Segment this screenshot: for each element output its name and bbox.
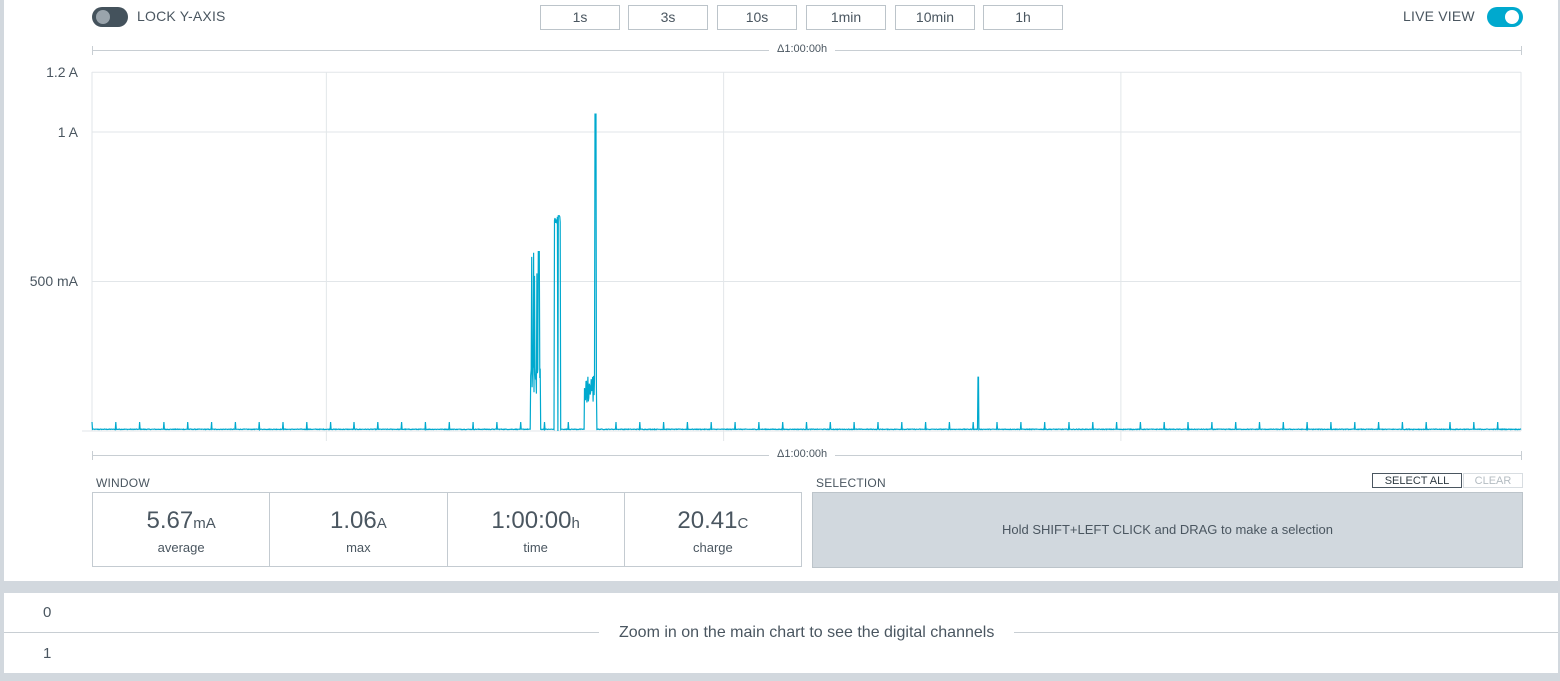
current-chart[interactable]	[0, 0, 1560, 681]
select-all-button[interactable]: SELECT ALL	[1372, 473, 1462, 488]
timeline-tick	[92, 451, 93, 460]
stat-time: 1:00:00h time	[448, 493, 625, 566]
current-series-line	[91, 113, 1522, 432]
digital-zoom-message: Zoom in on the main chart to see the dig…	[599, 624, 1015, 642]
stat-caption: time	[523, 540, 548, 555]
stat-caption: average	[157, 540, 205, 555]
stat-value: 5.67mA	[146, 507, 216, 534]
stat-value: 20.41C	[677, 507, 749, 534]
selection-area[interactable]: Hold SHIFT+LEFT CLICK and DRAG to make a…	[812, 492, 1523, 568]
stat-average: 5.67mA average	[93, 493, 271, 566]
stat-charge: 20.41C charge	[625, 493, 801, 566]
stat-caption: charge	[693, 540, 733, 555]
selection-hint: Hold SHIFT+LEFT CLICK and DRAG to make a…	[1001, 522, 1334, 537]
selection-title: SELECTION	[816, 476, 886, 490]
stat-value: 1.06A	[330, 507, 387, 534]
window-title: WINDOW	[96, 476, 150, 490]
digital-channel-label: 0	[43, 604, 52, 621]
bottom-timeline-duration: Δ1:00:00h	[769, 448, 836, 460]
stat-caption: max	[346, 540, 371, 555]
window-stats: 5.67mA average 1.06A max 1:00:00h time 2…	[92, 492, 802, 567]
stat-value: 1:00:00h	[491, 507, 580, 534]
chart-grid	[82, 71, 1522, 441]
timeline-tick	[1521, 451, 1522, 460]
digital-channel-label: 1	[43, 645, 52, 662]
stat-max: 1.06A max	[270, 493, 448, 566]
clear-button[interactable]: CLEAR	[1463, 473, 1523, 488]
